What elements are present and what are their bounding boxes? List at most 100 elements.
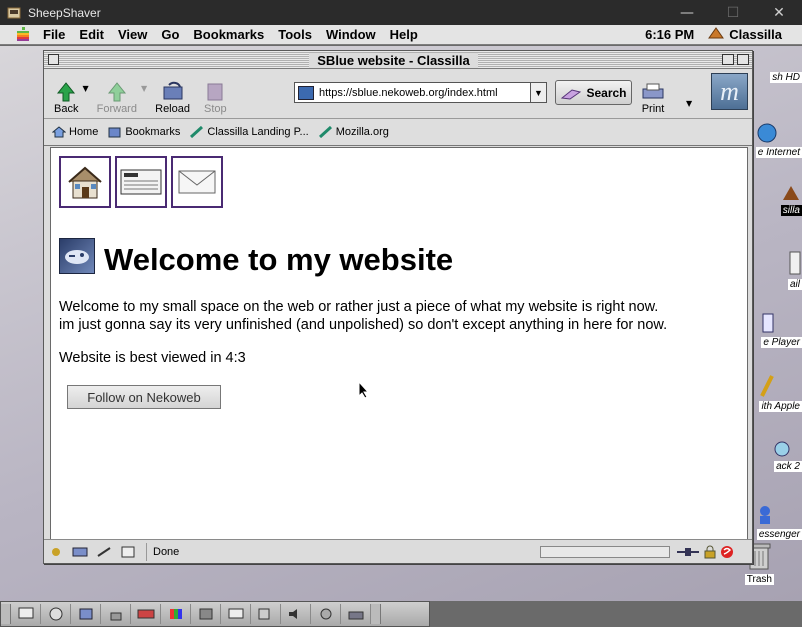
menu-edit[interactable]: Edit — [72, 27, 111, 42]
desktop-icon-classilla[interactable]: silla — [780, 184, 802, 216]
control-strip-sound-icon[interactable] — [311, 604, 341, 624]
control-strip-disk-icon[interactable] — [71, 604, 101, 624]
intro-paragraph: Welcome to my small space on the web or … — [59, 298, 739, 334]
print-menu-caret-icon[interactable]: ▼ — [686, 99, 692, 108]
apple-menu-icon[interactable] — [10, 26, 36, 43]
menu-file[interactable]: File — [36, 27, 72, 42]
lock-icon[interactable] — [703, 545, 717, 559]
bookmark-bookmarks-label: Bookmarks — [125, 126, 181, 138]
intro-line-2: im just gonna say its very unfinished (a… — [59, 317, 668, 333]
control-strip — [0, 601, 430, 627]
menu-view[interactable]: View — [111, 27, 154, 42]
back-button[interactable]: Back — [54, 73, 78, 115]
search-icon — [561, 88, 582, 100]
desktop-icon-label: ack 2 — [774, 461, 802, 472]
control-strip-printer-icon[interactable] — [341, 604, 371, 624]
component-composer-icon[interactable] — [92, 546, 116, 558]
reload-label: Reload — [155, 102, 190, 115]
menu-window[interactable]: Window — [319, 27, 383, 42]
control-strip-display-icon[interactable] — [221, 604, 251, 624]
minimize-icon[interactable]: — — [664, 0, 710, 25]
site-home-link[interactable] — [59, 156, 111, 208]
security-status-icon[interactable] — [720, 545, 734, 559]
desktop-icon-mail[interactable]: ail — [787, 250, 802, 290]
control-strip-volume-icon[interactable] — [281, 604, 311, 624]
desktop-icon-label: ail — [787, 279, 802, 290]
component-addressbook-icon[interactable] — [116, 546, 140, 558]
control-strip-network-icon[interactable] — [131, 604, 161, 624]
site-news-link[interactable] — [115, 156, 167, 208]
application-menu[interactable]: Classilla — [708, 26, 802, 43]
follow-on-nekoweb-button[interactable]: Follow on Nekoweb — [67, 385, 221, 409]
desktop-icon-internet[interactable]: e Internet — [755, 122, 802, 158]
zoom-box-icon[interactable] — [722, 54, 734, 65]
control-strip-lock-icon[interactable] — [101, 604, 131, 624]
page-content: Welcome to my website Welcome to my smal… — [50, 147, 748, 540]
bookmark-home[interactable]: Home — [52, 126, 98, 138]
navigation-toolbar: Back ▼ Forward ▼ Reload Stop https://sbl… — [44, 69, 752, 119]
control-strip-speed-icon[interactable] — [41, 604, 71, 624]
forward-label: Forward — [96, 102, 137, 115]
maximize-icon[interactable]: ☐ — [710, 0, 756, 25]
menu-go[interactable]: Go — [154, 27, 186, 42]
url-field[interactable]: https://sblue.nekoweb.org/index.html ▼ — [294, 82, 547, 103]
back-arrow-icon — [55, 81, 77, 103]
status-text: Done — [153, 545, 180, 558]
desktop-icon-label: e Internet — [755, 147, 802, 158]
collapse-box-icon[interactable] — [737, 54, 749, 65]
url-history-dropdown-icon[interactable]: ▼ — [530, 83, 546, 102]
status-separator — [146, 542, 147, 561]
bookmark-bookmarks[interactable]: Bookmarks — [108, 126, 180, 138]
envelope-icon — [178, 170, 216, 194]
bookmark-mozilla[interactable]: Mozilla.org — [318, 126, 389, 138]
sheepshaver-app-icon — [6, 5, 22, 21]
desktop-icon-pack[interactable]: ack 2 — [774, 440, 802, 472]
search-button[interactable]: Search — [555, 80, 632, 105]
back-menu-caret-icon[interactable]: ▼ — [82, 84, 88, 93]
menu-tools[interactable]: Tools — [271, 27, 319, 42]
component-navigator-icon[interactable] — [44, 546, 68, 558]
desktop-icon-hd[interactable]: sh HD — [770, 72, 802, 83]
desktop-icon-messenger[interactable]: essenger — [756, 504, 802, 540]
control-strip-pattern-icon[interactable] — [191, 604, 221, 624]
home-icon — [52, 126, 66, 138]
player-icon — [762, 313, 774, 333]
component-mail-icon[interactable] — [68, 546, 92, 558]
intro-line-1: Welcome to my small space on the web or … — [59, 299, 659, 315]
mouse-cursor-icon — [358, 380, 370, 404]
stop-icon — [204, 81, 226, 103]
status-bar: Done — [44, 539, 752, 563]
classilla-throbber-icon[interactable]: m — [711, 73, 748, 110]
forward-button[interactable]: Forward — [97, 73, 137, 115]
control-strip-left-tab[interactable] — [1, 604, 11, 624]
control-strip-monitor-icon[interactable] — [11, 604, 41, 624]
site-contact-link[interactable] — [171, 156, 223, 208]
desktop-icon-apple[interactable]: ith Apple — [759, 374, 802, 412]
application-menu-label: Classilla — [729, 27, 782, 42]
host-window-title: SheepShaver — [28, 5, 101, 20]
site-nav-icons — [59, 156, 227, 208]
control-strip-file-sharing-icon[interactable] — [251, 604, 281, 624]
menu-help[interactable]: Help — [383, 27, 425, 42]
desktop-icon-player[interactable]: e Player — [761, 312, 802, 348]
mac-menubar: File Edit View Go Bookmarks Tools Window… — [0, 25, 802, 45]
host-title-bar: SheepShaver — ☐ ✕ — [0, 0, 802, 25]
window-title-bar[interactable]: SBlue website - Classilla — [44, 51, 752, 69]
close-box-icon[interactable] — [48, 54, 59, 65]
control-strip-right-tab[interactable] — [371, 604, 381, 624]
control-strip-color-icon[interactable] — [161, 604, 191, 624]
mail-icon — [789, 251, 801, 275]
reload-button[interactable]: Reload — [155, 73, 190, 115]
online-status-icon[interactable] — [676, 546, 700, 558]
bookmark-classilla-landing[interactable]: Classilla Landing P... — [190, 126, 309, 138]
url-text: https://sblue.nekoweb.org/index.html — [319, 86, 498, 99]
page-title: Welcome to my website — [104, 242, 454, 277]
menu-bookmarks[interactable]: Bookmarks — [186, 27, 271, 42]
close-icon[interactable]: ✕ — [756, 0, 802, 25]
aspect-ratio-note: Website is best viewed in 4:3 — [59, 350, 246, 366]
stop-button[interactable]: Stop — [204, 73, 227, 115]
forward-menu-caret-icon[interactable]: ▼ — [141, 84, 147, 93]
print-button[interactable]: Print — [640, 73, 666, 115]
reload-icon — [161, 81, 185, 103]
menubar-clock[interactable]: 6:16 PM — [645, 27, 708, 42]
